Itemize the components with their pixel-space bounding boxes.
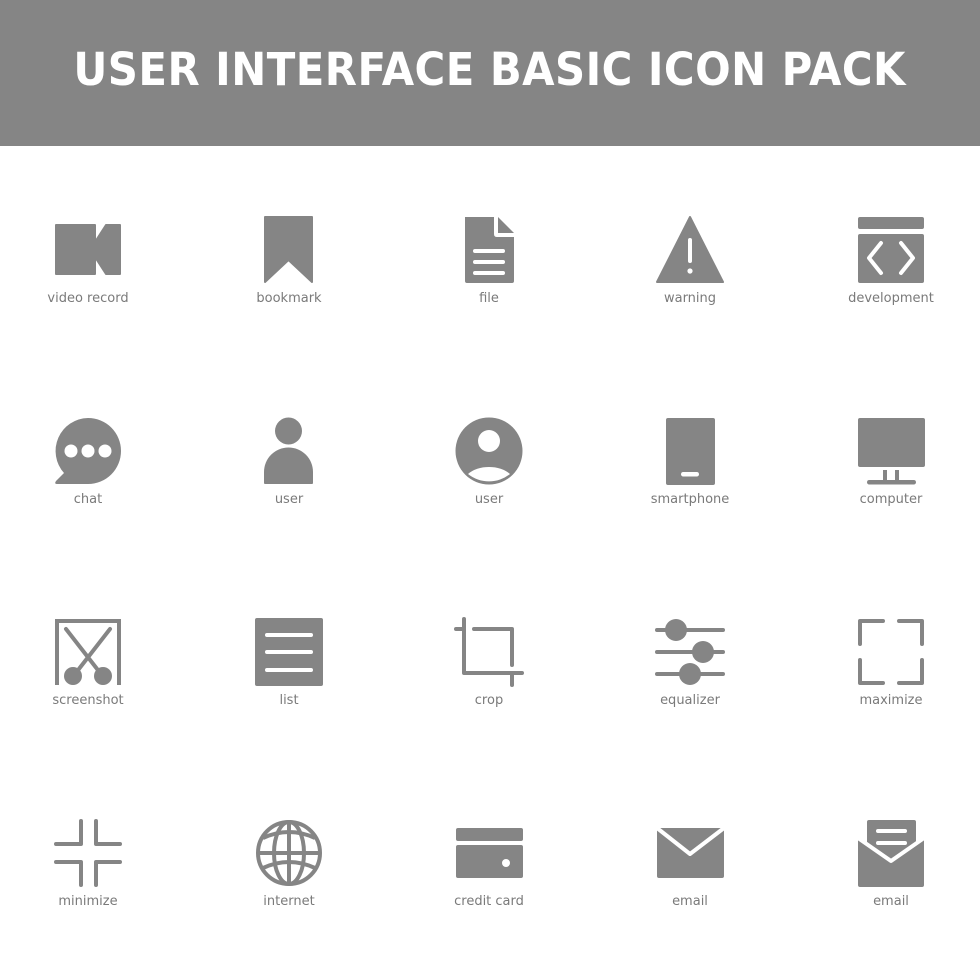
icon-label: computer bbox=[859, 492, 923, 507]
computer-icon bbox=[858, 418, 925, 485]
icon-item-bookmark: bookmark bbox=[189, 216, 389, 336]
icon-label: smartphone bbox=[650, 492, 730, 507]
icon-label: development bbox=[848, 291, 934, 306]
icon-item-maximize: maximize bbox=[791, 618, 980, 738]
crop-icon bbox=[454, 617, 524, 687]
icon-item-screenshot: screenshot bbox=[0, 618, 188, 738]
icon-label: file bbox=[479, 291, 499, 306]
icon-item-credit-card: credit card bbox=[389, 819, 589, 939]
icon-item-warning: warning bbox=[590, 216, 790, 336]
icon-item-chat: chat bbox=[0, 417, 188, 537]
smartphone-icon bbox=[666, 418, 715, 485]
icon-label: screenshot bbox=[52, 693, 124, 708]
user-icon bbox=[264, 417, 313, 484]
icon-item-equalizer: equalizer bbox=[590, 618, 790, 738]
icon-label: user bbox=[474, 492, 504, 507]
bookmark-icon bbox=[264, 216, 313, 283]
list-icon bbox=[255, 618, 323, 686]
icon-label: bookmark bbox=[256, 291, 322, 306]
icon-label: video record bbox=[47, 291, 129, 306]
icon-label: maximize bbox=[859, 693, 923, 708]
icon-grid: video record bookmark file warning devel… bbox=[0, 0, 980, 980]
video-record-icon bbox=[55, 224, 121, 275]
icon-item-smartphone: smartphone bbox=[590, 417, 790, 537]
email-icon bbox=[655, 826, 726, 878]
icon-item-email: email bbox=[590, 819, 790, 939]
maximize-icon bbox=[858, 619, 924, 685]
development-icon bbox=[858, 217, 924, 283]
equalizer-icon bbox=[655, 619, 725, 685]
minimize-icon bbox=[54, 819, 122, 887]
icon-item-minimize: minimize bbox=[0, 819, 188, 939]
icon-label: minimize bbox=[58, 894, 118, 909]
icon-item-email-open: email bbox=[791, 819, 980, 939]
icon-item-video-record: video record bbox=[0, 216, 188, 336]
internet-icon bbox=[256, 820, 322, 886]
icon-item-development: development bbox=[791, 216, 980, 336]
icon-label: equalizer bbox=[660, 693, 720, 708]
icon-label: internet bbox=[263, 894, 315, 909]
email-open-icon bbox=[856, 820, 926, 887]
icon-item-user-circle: user bbox=[389, 417, 589, 537]
icon-item-list: list bbox=[189, 618, 389, 738]
icon-item-crop: crop bbox=[389, 617, 589, 738]
user-circle-icon bbox=[455, 417, 523, 485]
icon-item-user: user bbox=[189, 417, 389, 537]
credit-card-icon bbox=[456, 828, 523, 878]
icon-label: list bbox=[279, 693, 299, 708]
chat-icon bbox=[55, 418, 122, 484]
screenshot-icon bbox=[55, 619, 121, 685]
icon-item-computer: computer bbox=[791, 417, 980, 537]
icon-label: warning bbox=[663, 291, 717, 306]
icon-label: credit card bbox=[454, 894, 524, 909]
icon-label: email bbox=[672, 894, 708, 909]
icon-label: email bbox=[873, 894, 909, 909]
icon-item-file: file bbox=[389, 216, 589, 336]
icon-label: crop bbox=[474, 693, 504, 708]
icon-label: user bbox=[274, 492, 304, 507]
icon-label: chat bbox=[73, 492, 103, 507]
icon-item-internet: internet bbox=[189, 819, 389, 939]
warning-icon bbox=[656, 216, 724, 283]
file-icon bbox=[465, 217, 514, 283]
